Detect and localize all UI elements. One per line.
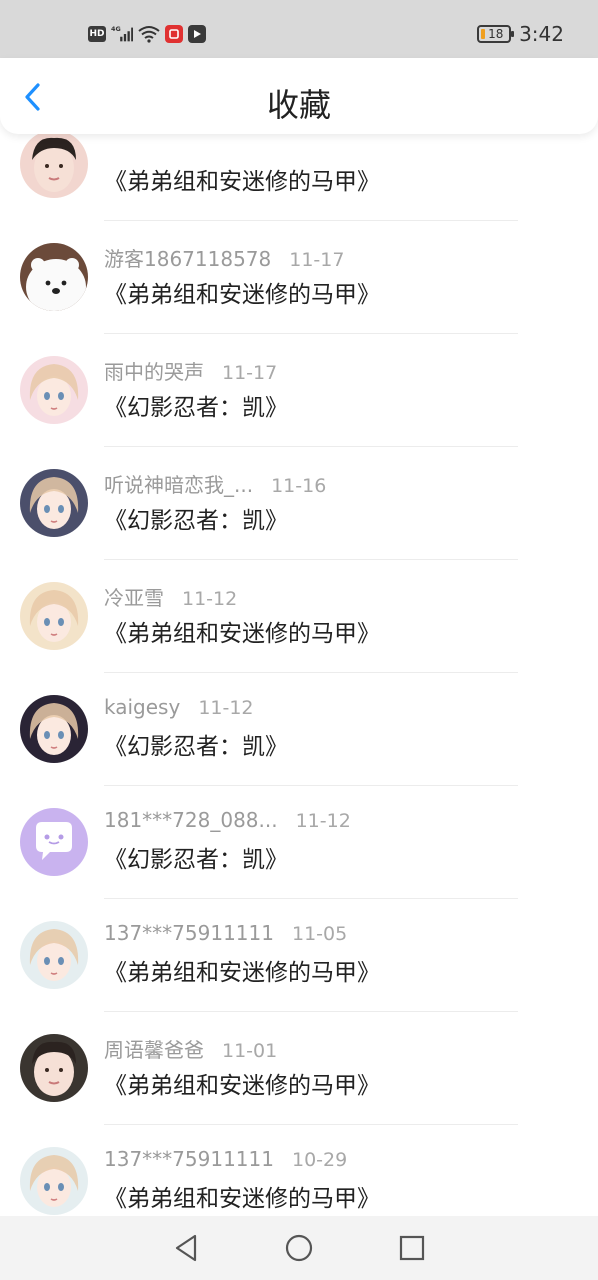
list-item[interactable]: 181***728_088... 11-12 《幻影忍者：凯》 [0,786,598,899]
square-recents-icon [399,1235,424,1261]
work-title[interactable]: 《弟弟组和安迷修的马甲》 [104,1066,380,1100]
hd-icon: HD [88,26,106,42]
circle-home-icon [285,1234,313,1262]
favorite-date: 11-01 [222,1040,278,1062]
chat-bubble-icon[interactable] [20,808,88,876]
item-meta: 听说神暗恋我_... 11-16 [104,469,326,498]
item-meta: kaigesy 11-12 [104,695,254,719]
anime-avatar-icon[interactable] [20,695,88,763]
favorite-date: 11-17 [222,362,278,384]
item-meta: 雨中的哭声 11-17 [104,356,277,385]
username[interactable]: 游客1867118578 [104,243,271,272]
nav-back-button[interactable] [169,1231,203,1265]
status-icons-right: 18 3:42 [477,22,564,46]
username[interactable]: 冷亚雪 [104,582,164,611]
anime-avatar-icon[interactable] [20,921,88,989]
work-title[interactable]: 《弟弟组和安迷修的马甲》 [104,1179,380,1213]
list-item[interactable]: 周语馨爸爸 11-01 《弟弟组和安迷修的马甲》 [0,1012,598,1125]
list-item[interactable]: 听说神暗恋我_... 11-16 《幻影忍者：凯》 [0,447,598,560]
clock: 3:42 [519,22,564,46]
username[interactable]: 雨中的哭声 [104,356,204,385]
work-title[interactable]: 《幻影忍者：凯》 [104,388,288,422]
bear-avatar-icon[interactable] [20,243,88,311]
list-item[interactable]: 游客1867118578 11-17 《弟弟组和安迷修的马甲》 [0,221,598,334]
photo-avatar-icon[interactable] [20,1034,88,1102]
anime-avatar-icon[interactable] [20,582,88,650]
system-navigation-bar [0,1216,598,1280]
battery-level: 18 [488,27,504,41]
item-meta: 181***728_088... 11-12 [104,808,351,832]
triangle-back-icon [176,1234,197,1262]
nav-home-button[interactable] [282,1231,316,1265]
work-title[interactable]: 《弟弟组和安迷修的马甲》 [104,162,380,196]
username[interactable]: 181***728_088... [104,808,278,832]
battery-fill [481,29,486,39]
list-item[interactable]: 137***75911111 10-29 《弟弟组和安迷修的马甲》 [0,1125,598,1216]
list-item[interactable]: kaigesy 11-12 《幻影忍者：凯》 [0,673,598,786]
favorite-date: 11-12 [295,810,351,832]
work-title[interactable]: 《弟弟组和安迷修的马甲》 [104,614,380,648]
username[interactable]: kaigesy [104,695,180,719]
photo-avatar-icon[interactable] [20,130,88,198]
item-meta: 137***75911111 10-29 [104,1147,347,1171]
work-title[interactable]: 《幻影忍者：凯》 [104,501,288,535]
favorite-date: 11-17 [289,249,345,271]
anime-avatar-icon[interactable] [20,1147,88,1215]
network-type-label: 4G [111,25,121,33]
page-header: 收藏 [0,58,598,134]
username[interactable]: 周语馨爸爸 [104,1034,204,1063]
list-item[interactable]: 冷亚雪 11-12 《弟弟组和安迷修的马甲》 [0,560,598,673]
app-notification-icon [165,25,183,43]
page-title: 收藏 [266,86,331,124]
anime-avatar-icon[interactable] [20,356,88,424]
cellular-signal-icon: 4G [111,24,133,44]
work-title[interactable]: 《幻影忍者：凯》 [104,727,288,761]
anime-avatar-icon[interactable] [20,469,88,537]
list-item[interactable]: 137***75911111 11-05 《弟弟组和安迷修的马甲》 [0,899,598,1012]
status-icons-left: HD 4G [88,22,206,46]
favorite-date: 11-16 [271,475,327,497]
item-meta: 周语馨爸爸 11-01 [104,1034,277,1063]
favorite-date: 11-12 [182,588,238,610]
username[interactable]: 137***75911111 [104,1147,274,1171]
battery-icon: 18 [477,25,515,43]
item-meta: 137***75911111 11-05 [104,921,347,945]
wifi-icon [138,24,160,44]
username[interactable]: 听说神暗恋我_... [104,469,253,498]
work-title[interactable]: 《弟弟组和安迷修的马甲》 [104,953,380,987]
favorite-date: 11-12 [198,697,254,719]
username[interactable]: 137***75911111 [104,921,274,945]
nav-recents-button[interactable] [395,1231,429,1265]
favorite-date: 11-05 [291,923,348,945]
list-item[interactable]: 雨中的哭声 11-17 《幻影忍者：凯》 [0,334,598,447]
status-bar: HD 4G 18 3:42 [0,0,598,58]
item-meta: 冷亚雪 11-12 [104,582,237,611]
app-notification-icon [188,25,206,43]
favorites-list[interactable]: 《弟弟组和安迷修的马甲》 游客1867118578 11-17 《弟弟组和安迷修的马甲… [0,0,598,1216]
work-title[interactable]: 《弟弟组和安迷修的马甲》 [104,275,380,309]
item-meta: 游客1867118578 11-17 [104,243,344,272]
work-title[interactable]: 《幻影忍者：凯》 [104,840,288,874]
favorite-date: 10-29 [291,1149,348,1171]
